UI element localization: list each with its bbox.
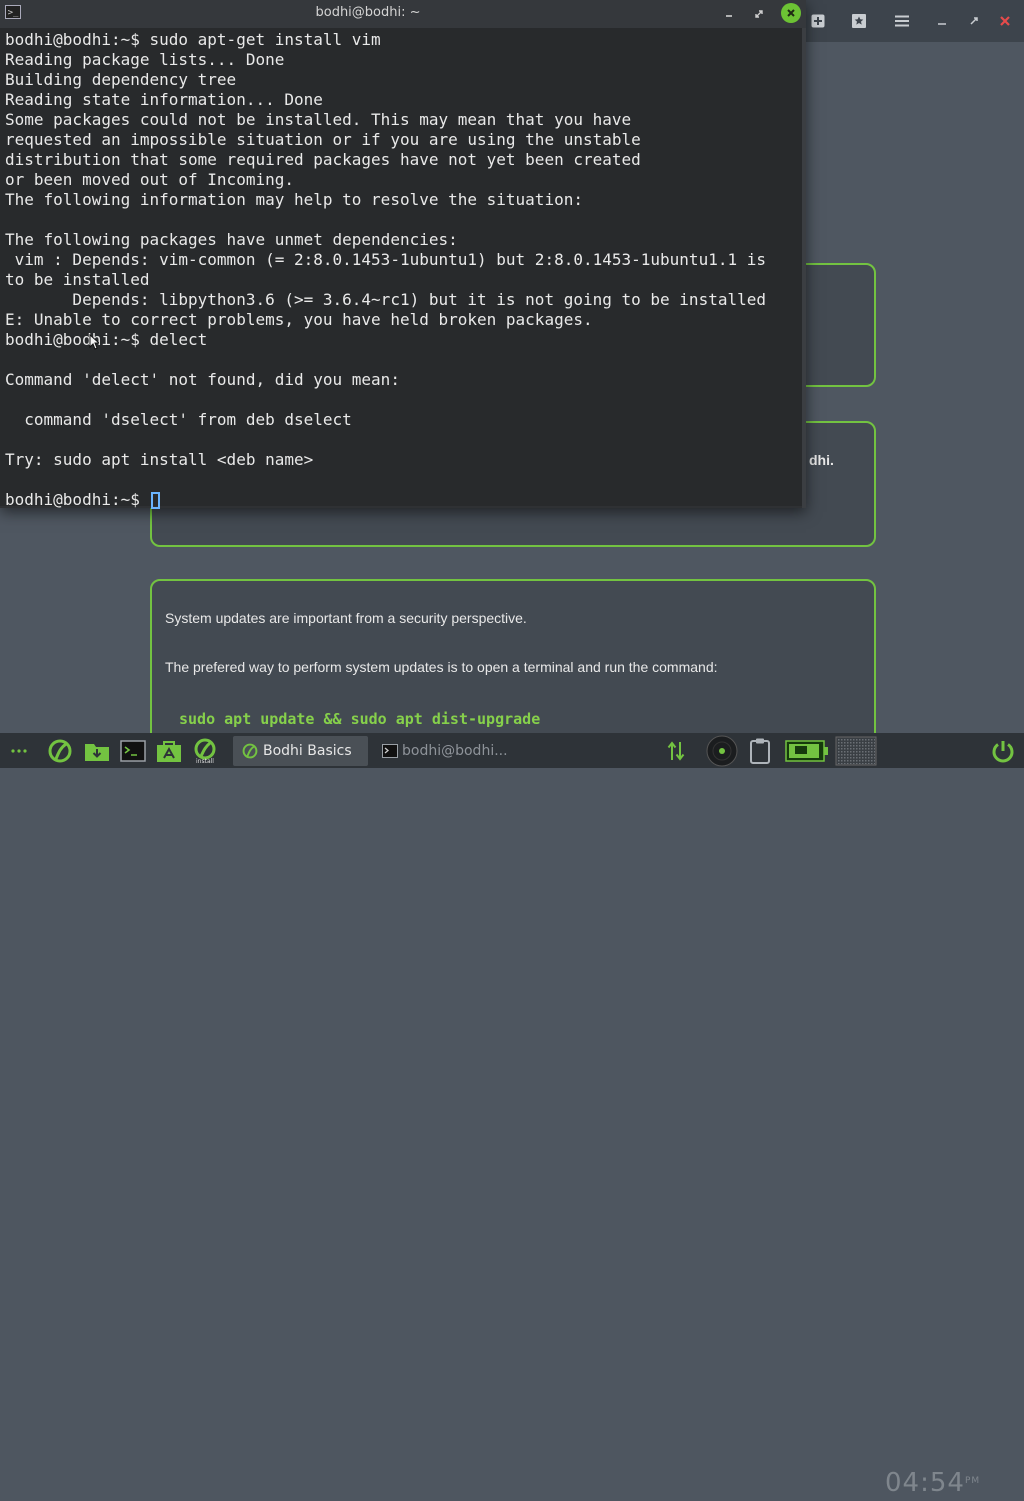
terminal-line: Command 'delect' not found, did you mean…: [5, 370, 400, 389]
app-center-icon[interactable]: [154, 733, 184, 768]
terminal-line: bodhi@bodhi:~$ sudo apt-get install vim: [5, 30, 381, 49]
system-updates-card: System updates are important from a secu…: [150, 579, 876, 759]
minimize-icon[interactable]: [719, 4, 739, 24]
bookmark-star-icon[interactable]: [847, 9, 871, 33]
terminal-line: Reading package lists... Done: [5, 50, 285, 69]
card-paragraph: The prefered way to perform system updat…: [165, 659, 718, 675]
terminal-window[interactable]: >_ bodhi@bodhi: ~ bodhi@bodhi:~$ sudo ap…: [0, 0, 806, 510]
terminal-scrollbar[interactable]: [802, 28, 806, 508]
desktop-pager-icon[interactable]: [834, 733, 878, 768]
terminal-line: E: Unable to correct problems, you have …: [5, 310, 593, 329]
terminal-line: Try: sudo apt install <deb name>: [5, 450, 314, 469]
terminal-titlebar[interactable]: >_ bodhi@bodhi: ~: [0, 0, 806, 28]
update-command: sudo apt update && sudo apt dist-upgrade: [179, 710, 541, 728]
terminal-prompt-line[interactable]: bodhi@bodhi:~$: [5, 490, 766, 510]
file-manager-icon[interactable]: [82, 733, 112, 768]
terminal-text: bodhi@bodhi:~$ sudo apt-get install vim R…: [5, 30, 766, 510]
close-icon[interactable]: [993, 9, 1017, 33]
clock[interactable]: 04:54PM: [885, 1466, 980, 1501]
terminal-line: or been moved out of Incoming.: [5, 170, 294, 189]
card-text-fragment: dhi.: [809, 452, 834, 468]
terminal-line: command 'dselect' from deb dselect: [5, 410, 352, 429]
terminal-line: Depends: libpython3.6 (>= 3.6.4~rc1) but…: [5, 290, 766, 309]
terminal-line: requested an impossible situation or if …: [5, 130, 641, 149]
battery-icon[interactable]: [784, 733, 830, 768]
terminal-line: to be installed: [5, 270, 150, 289]
terminal-icon[interactable]: [118, 733, 148, 768]
clipboard-icon[interactable]: [746, 733, 774, 768]
install-label: install: [196, 757, 214, 765]
task-terminal[interactable]: bodhi@bodhi...: [378, 736, 508, 766]
terminal-line: The following packages have unmet depend…: [5, 230, 458, 249]
restore-icon[interactable]: [962, 9, 986, 33]
new-tab-icon[interactable]: [806, 9, 830, 33]
power-icon[interactable]: [988, 733, 1018, 768]
start-menu-icon[interactable]: [8, 733, 30, 768]
terminal-line: Building dependency tree: [5, 70, 237, 89]
clock-ampm: PM: [964, 1476, 981, 1486]
maximize-icon[interactable]: [749, 4, 769, 24]
terminal-line: Some packages could not be installed. Th…: [5, 110, 632, 129]
taskbar: install Bodhi Basics bodhi@bodhi... 04:5…: [0, 733, 1024, 1498]
bodhi-logo-icon: [241, 742, 259, 760]
close-icon[interactable]: [781, 3, 801, 23]
clock-time: 04:54: [885, 1468, 965, 1498]
terminal-line: vim : Depends: vim-common (= 2:8.0.1453-…: [5, 250, 766, 269]
network-arrows-icon[interactable]: [664, 733, 688, 768]
task-bodhi-basics[interactable]: Bodhi Basics: [233, 736, 368, 766]
task-label: bodhi@bodhi...: [402, 743, 508, 759]
terminal-line: Reading state information... Done: [5, 90, 323, 109]
terminal-line: The following information may help to re…: [5, 190, 583, 209]
menu-icon[interactable]: [890, 9, 914, 33]
task-label: Bodhi Basics: [263, 743, 352, 759]
media-disc-icon[interactable]: [704, 733, 740, 768]
terminal-icon: [382, 744, 398, 758]
terminal-line: distribution that some required packages…: [5, 150, 641, 169]
window-title: bodhi@bodhi: ~: [315, 5, 421, 20]
minimize-icon[interactable]: [930, 9, 954, 33]
bodhi-logo-icon[interactable]: [44, 733, 76, 768]
text-cursor: [150, 492, 160, 509]
install-icon[interactable]: install: [190, 733, 220, 768]
mouse-pointer-icon: [89, 334, 99, 350]
terminal-line: bodhi@bodhi:~$ delect: [5, 330, 208, 349]
card-paragraph: System updates are important from a secu…: [165, 610, 527, 626]
shell-prompt: bodhi@bodhi:~$: [5, 490, 150, 509]
